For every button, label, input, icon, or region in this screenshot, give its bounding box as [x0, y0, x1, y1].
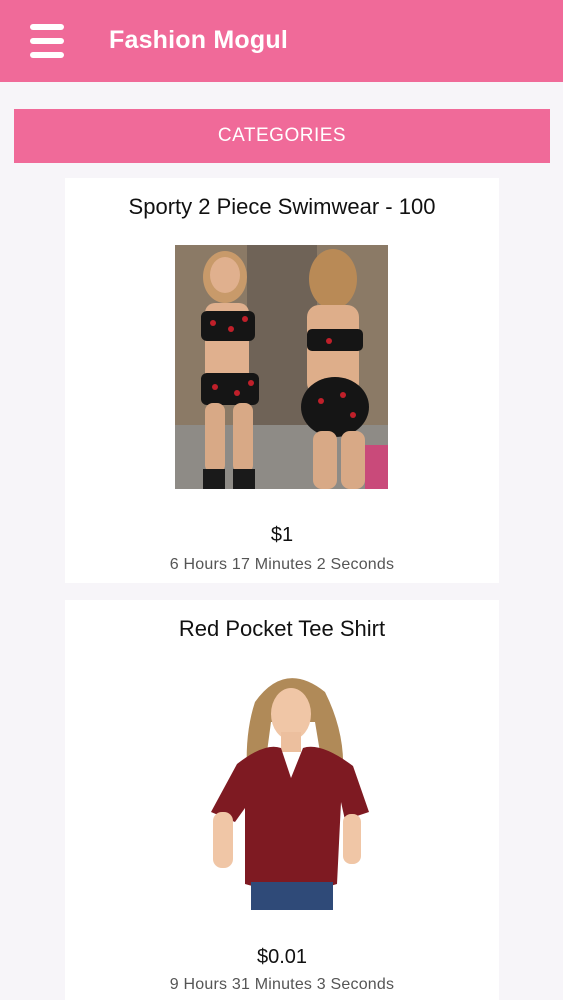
- product-price: $1: [270, 524, 294, 546]
- product-card[interactable]: Red Pocket Tee Shirt $0.01 9 Hours 31 Mi…: [65, 600, 499, 1000]
- product-image[interactable]: [175, 245, 388, 489]
- auction-timer: 6 Hours 17 Minutes 2 Seconds: [169, 556, 395, 573]
- product-price: $0.01: [256, 946, 308, 968]
- auction-timer: 9 Hours 31 Minutes 3 Seconds: [169, 976, 395, 993]
- hamburger-menu-icon[interactable]: [30, 24, 66, 58]
- app-title: Fashion Mogul: [109, 26, 288, 54]
- menu-bar: [30, 24, 64, 30]
- product-image[interactable]: [175, 662, 395, 910]
- product-title[interactable]: Red Pocket Tee Shirt: [65, 616, 499, 642]
- categories-button[interactable]: CATEGORIES: [14, 109, 550, 163]
- product-card[interactable]: Sporty 2 Piece Swimwear - 100 $1 6 Hours…: [65, 178, 499, 583]
- tee-shirt-photo: [175, 662, 395, 910]
- product-title[interactable]: Sporty 2 Piece Swimwear - 100: [65, 194, 499, 220]
- swimwear-photo: [175, 245, 388, 489]
- menu-bar: [30, 38, 64, 44]
- app-header: Fashion Mogul: [0, 0, 563, 82]
- menu-bar: [30, 52, 64, 58]
